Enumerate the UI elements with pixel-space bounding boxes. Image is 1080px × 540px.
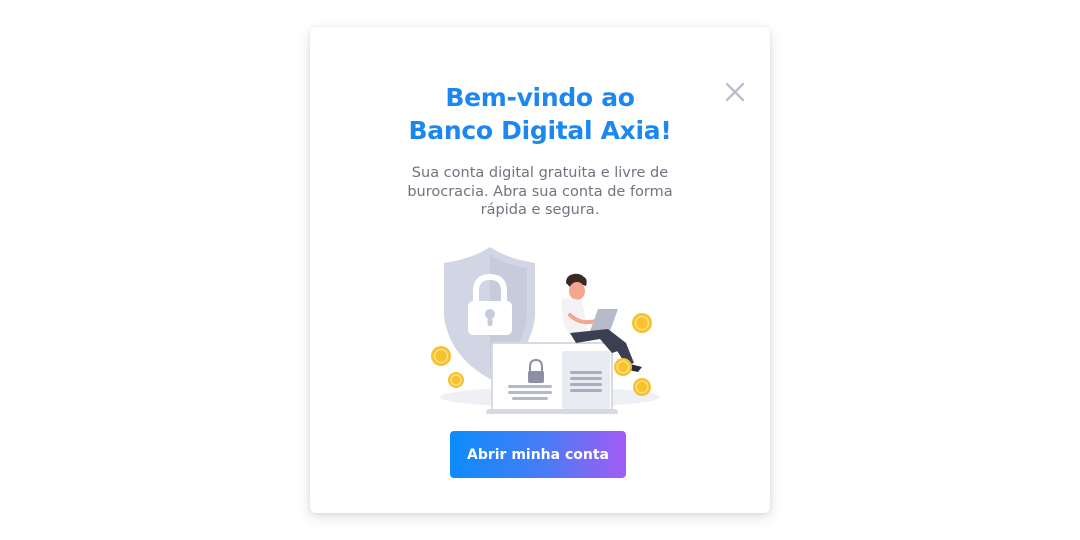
modal-title-line-2: Banco Digital Axia! [408,116,672,145]
security-illustration [420,239,660,415]
page: Bem-vindo ao Banco Digital Axia! Sua con… [0,0,1080,540]
modal-title-line-1: Bem-vindo ao [445,83,635,112]
laptop-icon [486,342,618,415]
modal-subtitle: Sua conta digital gratuita e livre de bu… [407,165,673,218]
welcome-modal: Bem-vindo ao Banco Digital Axia! Sua con… [310,27,770,513]
open-account-button[interactable]: Abrir minha conta [450,431,626,478]
modal-title: Bem-vindo ao Banco Digital Axia! [310,81,770,147]
